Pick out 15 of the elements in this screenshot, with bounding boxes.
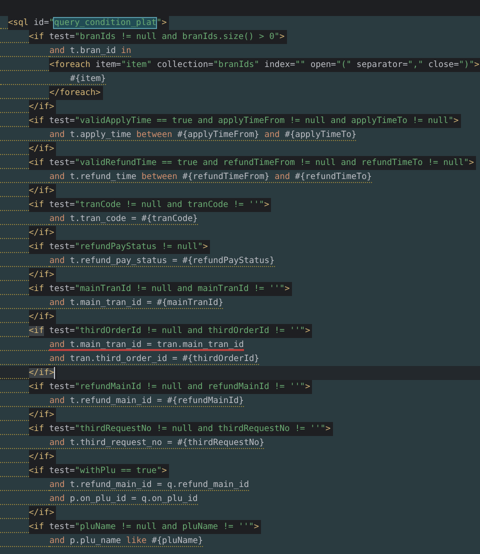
code-line: and tran.third_order_id = #{thirdOrderId} [49, 352, 260, 365]
code-line: </if> [28, 366, 58, 380]
code-line: and t.main_tran_id = tran.main_tran_id [49, 338, 244, 351]
code-line: and t.refund_pay_status = #{refundPayStatus} [49, 254, 275, 267]
code-line: and p.on_plu_id = q.on_plu_id [49, 492, 198, 505]
code-line: and t.main_tran_id = #{mainTranId} [49, 296, 224, 309]
code-line: and p.plu_name like #{pluName} [49, 534, 203, 547]
code-line: and t.apply_time between #{applyTimeFrom} and #{applyTimeTo} [49, 128, 356, 141]
code-line: and t.tran_code = #{tranCode} [49, 212, 198, 225]
code-line: and t.refund_main_id = #{refundMainId} [49, 394, 244, 407]
code-line: and t.bran_id in [49, 44, 132, 57]
code-line: and t.refund_main_id = q.refund_main_id [49, 478, 249, 491]
code-line: and t.third_request_no = #{thirdRequestNo} [49, 436, 264, 449]
code-line: #{item} [70, 72, 106, 85]
code-line: and t.refund_time between #{refundTimeFrom} and #{refundTimeTo} [49, 170, 372, 183]
